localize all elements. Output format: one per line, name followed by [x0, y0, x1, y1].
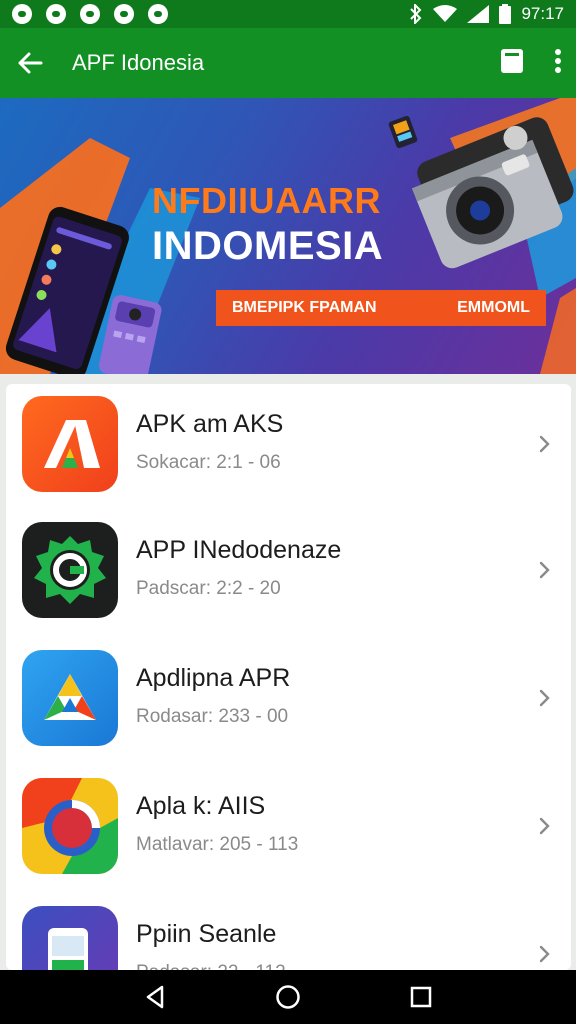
bluetooth-icon	[410, 4, 422, 24]
status-time: 97:17	[521, 4, 564, 23]
notification-icon	[114, 4, 134, 24]
notification-icon	[80, 4, 100, 24]
list-item[interactable]: Ppiin Seanle Padasar: 22 - 112	[6, 896, 571, 970]
status-bar: 97:17	[0, 0, 576, 28]
app-subtitle: Rodasar: 233 - 00	[136, 706, 289, 727]
bookmark-button[interactable]	[500, 48, 524, 79]
app-subtitle: Padasar: 22 - 112	[136, 962, 286, 970]
app-title: APK am AKS	[136, 410, 284, 438]
banner-cta-button[interactable]: BMEPIPK FPAMAN EMMOML	[216, 290, 546, 326]
notification-icon	[46, 4, 66, 24]
system-nav-bar	[0, 970, 576, 1024]
chevron-right-icon	[539, 817, 550, 835]
app-bar: APF Idonesia	[0, 28, 576, 98]
list-item[interactable]: APK am AKS Sokacar: 2:1 - 06	[6, 384, 571, 512]
list-item[interactable]: Apdlipna APR Rodasar: 233 - 00	[6, 640, 571, 768]
back-nav-icon[interactable]	[144, 985, 166, 1009]
signal-icon	[467, 5, 490, 23]
chevron-right-icon	[539, 435, 550, 453]
list-item[interactable]: Apla k: AIIS Matlavar: 205 - 113	[6, 768, 571, 896]
page-title: APF Idonesia	[72, 50, 205, 75]
app-title: Apla k: AIIS	[136, 792, 266, 820]
chevron-right-icon	[539, 561, 550, 579]
more-vert-icon	[555, 48, 561, 73]
app-icon	[22, 396, 118, 492]
more-options-button[interactable]	[554, 48, 562, 79]
app-title: APP INedodenaze	[136, 536, 342, 564]
banner-subheadline: INDOMESIA	[152, 224, 384, 268]
bookmark-icon	[501, 48, 523, 73]
home-nav-icon[interactable]	[275, 984, 301, 1010]
smartphone-icon	[98, 295, 162, 374]
list-item[interactable]: APP INedodenaze Padscar: 2:2 - 20	[6, 512, 571, 640]
arrow-left-icon	[18, 52, 43, 74]
recents-nav-icon[interactable]	[410, 986, 432, 1008]
app-subtitle: Padscar: 2:2 - 20	[136, 578, 281, 599]
app-subtitle: Sokacar: 2:1 - 06	[136, 452, 281, 473]
app-list: APK am AKS Sokacar: 2:1 - 06 APP INedode…	[6, 384, 571, 970]
banner-cta-left-label: BMEPIPK FPAMAN	[232, 299, 377, 316]
app-title: Ppiin Seanle	[136, 920, 277, 948]
chevron-right-icon	[539, 689, 550, 707]
camera-icon	[411, 117, 574, 269]
notification-icon	[12, 4, 32, 24]
chevron-right-icon	[539, 945, 550, 963]
notification-icons	[12, 4, 168, 24]
promo-banner[interactable]: NFDIIUAARR INDOMESIA BMEPIPK FPAMAN EMMO…	[0, 98, 576, 374]
banner-headline: NFDIIUAARR	[152, 180, 381, 221]
app-icon	[22, 906, 118, 970]
back-button[interactable]	[14, 47, 46, 79]
wifi-icon	[433, 5, 458, 22]
app-subtitle: Matlavar: 205 - 113	[136, 834, 299, 855]
app-title: Apdlipna APR	[136, 664, 291, 692]
app-icon	[22, 522, 118, 618]
app-icon	[22, 650, 118, 746]
banner-cta-right-label: EMMOML	[457, 299, 530, 316]
app-icon	[22, 778, 118, 874]
notification-icon	[148, 4, 168, 24]
memory-card-icon	[388, 115, 418, 149]
battery-icon	[499, 4, 512, 24]
